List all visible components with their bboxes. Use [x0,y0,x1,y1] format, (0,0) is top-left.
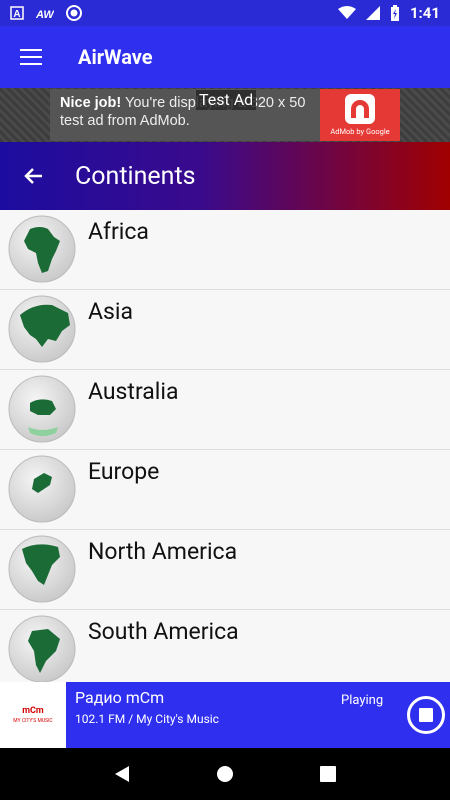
continent-item-europe[interactable]: Europe [0,450,450,530]
system-nav-bar [0,748,450,800]
admob-brand-text: AdMob by Google [330,127,390,136]
continent-label: Africa [88,218,149,245]
station-description: 102.1 FM / My City's Music [75,712,219,726]
continent-label: North America [88,538,238,565]
continent-item-north-america[interactable]: North America [0,530,450,610]
admob-logo: AdMob by Google [320,89,400,141]
continent-item-australia[interactable]: Australia [0,370,450,450]
home-circle-icon [216,766,233,782]
test-ad-label: Test Ad [196,90,257,110]
continent-list: Africa Asia Australia Europe North Ameri… [0,210,450,682]
continent-label: Asia [88,298,133,325]
europe-globe-icon [8,455,76,523]
hamburger-menu-icon [20,49,42,65]
menu-button[interactable] [0,26,62,88]
battery-charging-icon [390,5,400,21]
a-letter-icon: A [10,6,24,20]
station-logo-sub: MY CITY'S MUSIC [13,718,53,724]
south-america-globe-icon [8,615,76,682]
africa-globe-icon [8,215,76,283]
station-logo: mCm MY CITY'S MUSIC [0,682,66,748]
continent-label: Australia [88,378,179,405]
nav-recents-button[interactable] [308,754,348,794]
circle-notification-icon [66,5,82,21]
svg-text:A: A [13,9,20,20]
nav-home-button[interactable] [205,754,245,794]
ad-text: Nice job! You're displaying a 320 x 50 t… [50,89,320,141]
asia-globe-icon [8,295,76,363]
australia-globe-icon [8,375,76,443]
continent-item-asia[interactable]: Asia [0,290,450,370]
station-logo-text: mCm [22,706,44,716]
station-name: Радио mCm [75,688,165,707]
status-bar: A AW 1:41 [0,0,450,26]
app-title: AirWave [78,45,153,69]
playback-status: Playing [341,693,384,708]
north-america-globe-icon [8,535,76,603]
status-time: 1:41 [409,4,440,22]
back-arrow-icon [24,168,42,184]
wifi-icon [337,6,356,20]
now-playing-bar[interactable]: mCm MY CITY'S MUSIC Радио mCm 102.1 FM /… [0,682,450,748]
continent-item-africa[interactable]: Africa [0,210,450,290]
stop-icon [419,708,433,722]
section-title: Continents [75,161,196,191]
back-triangle-icon [114,766,129,782]
continent-label: Europe [88,458,160,485]
recents-square-icon [320,766,337,782]
aw-app-icon: AW [36,7,54,19]
continent-item-south-america[interactable]: South America [0,610,450,682]
app-bar: AirWave [0,26,450,88]
admob-icon [345,94,375,124]
nav-back-button[interactable] [102,754,142,794]
ad-headline: Nice job! [60,95,122,111]
section-header: Continents [0,142,450,210]
stop-button[interactable] [407,696,445,734]
signal-icon [365,6,380,20]
svg-text:AW: AW [36,9,54,19]
continent-label: South America [88,618,239,645]
back-button[interactable] [0,142,66,210]
